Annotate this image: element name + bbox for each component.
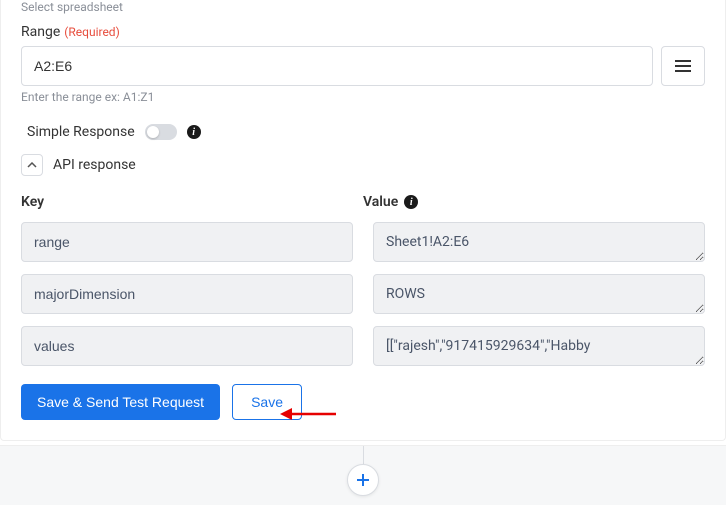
connector-line	[363, 446, 364, 464]
table-row: Sheet1!A2:E6	[21, 222, 705, 262]
value-input-majordimension[interactable]: ROWS	[373, 274, 705, 314]
chevron-up-icon	[27, 162, 37, 168]
plus-icon	[356, 473, 370, 487]
range-label-text: Range	[21, 24, 60, 40]
api-response-collapse-button[interactable]	[21, 154, 43, 176]
select-spreadsheet-label: Select spreadsheet	[21, 0, 705, 14]
add-step-button[interactable]	[347, 464, 379, 496]
key-input-majordimension[interactable]	[21, 274, 353, 314]
simple-response-label: Simple Response	[27, 124, 135, 140]
info-icon[interactable]: i	[404, 195, 418, 209]
value-input-values[interactable]: [["rajesh","917415929634","Habby	[373, 326, 705, 366]
value-input-range[interactable]: Sheet1!A2:E6	[373, 222, 705, 262]
range-label: Range (Required)	[21, 24, 705, 40]
hamburger-icon	[675, 60, 691, 72]
simple-response-toggle[interactable]	[145, 124, 177, 140]
range-input[interactable]	[21, 46, 653, 86]
table-row: [["rajesh","917415929634","Habby	[21, 326, 705, 366]
key-input-values[interactable]	[21, 326, 353, 366]
save-button[interactable]: Save	[232, 384, 302, 420]
save-send-test-button[interactable]: Save & Send Test Request	[21, 384, 220, 420]
range-required: (Required)	[64, 25, 119, 39]
range-menu-button[interactable]	[661, 46, 705, 86]
key-column-header: Key	[21, 194, 363, 210]
canvas-area	[0, 445, 726, 505]
info-icon[interactable]: i	[187, 125, 201, 139]
value-column-header: Value	[363, 194, 398, 210]
range-helper: Enter the range ex: A1:Z1	[21, 90, 705, 104]
table-row: ROWS	[21, 274, 705, 314]
key-input-range[interactable]	[21, 222, 353, 262]
api-response-label: API response	[53, 157, 136, 173]
